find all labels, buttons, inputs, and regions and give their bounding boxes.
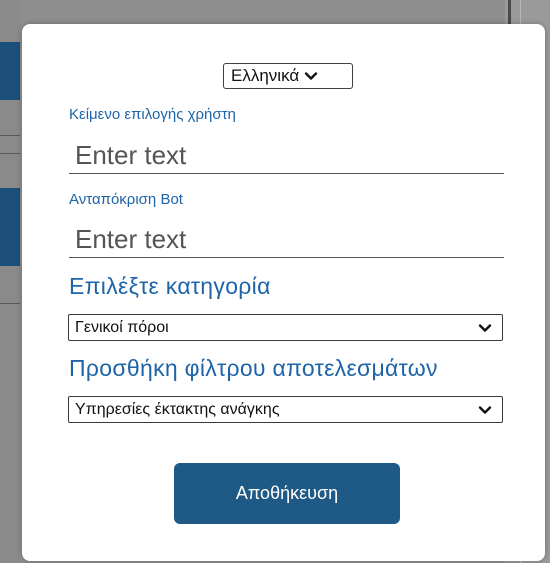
chevron-down-icon [305, 72, 318, 80]
background-blue-block [0, 42, 20, 100]
add-response-modal: Ελληνικά Κείμενο επιλογής χρήστη Enter t… [22, 24, 545, 561]
background-blue-block [0, 188, 20, 266]
background-divider [0, 303, 20, 304]
background-divider [0, 135, 20, 136]
user-text-label: Κείμενο επιλογής χρήστη [69, 106, 236, 123]
language-select-value: Ελληνικά [231, 66, 300, 85]
result-filter-select-value: Υπηρεσίες έκτακτης ανάγκης [75, 400, 280, 418]
language-select[interactable]: Ελληνικά [223, 63, 353, 89]
save-button[interactable]: Αποθήκευση [174, 463, 400, 524]
chevron-down-icon [478, 324, 492, 332]
result-filter-select[interactable]: Υπηρεσίες έκτακτης ανάγκης [68, 396, 503, 423]
category-select[interactable]: Γενικοί πόροι [68, 314, 503, 341]
chevron-down-icon [478, 406, 492, 414]
bot-response-label: Ανταπόκριση Bot [69, 191, 183, 208]
result-filter-heading: Προσθήκη φίλτρου αποτελεσμάτων [69, 355, 438, 381]
user-text-input[interactable]: Enter text [69, 138, 504, 174]
category-select-value: Γενικοί πόροι [75, 318, 169, 336]
background-divider [0, 153, 20, 154]
category-heading: Επιλέξτε κατηγορία [69, 273, 271, 299]
bot-response-input[interactable]: Enter text [69, 222, 504, 258]
